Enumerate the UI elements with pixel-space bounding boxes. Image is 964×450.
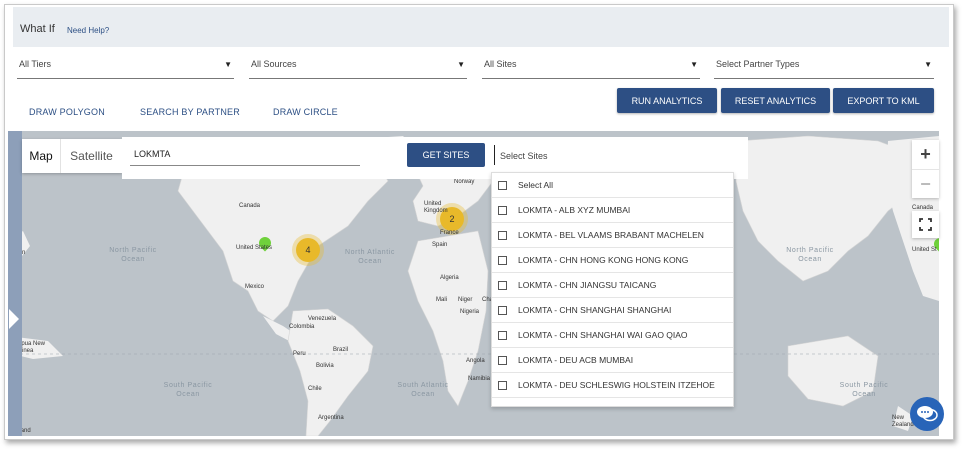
list-item-label: LOKMTA - CHN SHANGHAI SHANGHAI bbox=[518, 305, 672, 315]
chat-button[interactable] bbox=[910, 397, 944, 431]
list-item-label: LOKMTA - DEU ACB MUMBAI bbox=[518, 355, 634, 365]
chevron-down-icon: ▼ bbox=[457, 60, 465, 69]
map-label-namibia: Namibia bbox=[468, 376, 491, 382]
list-item[interactable]: LOKMTA - BEL VLAAMS BRABANT MACHELEN bbox=[492, 223, 733, 248]
reset-analytics-button[interactable]: RESET ANALYTICS bbox=[721, 88, 830, 113]
map-label-united-states-right: United St bbox=[912, 247, 937, 253]
list-item[interactable]: LOKMTA - DEU ACB MUMBAI bbox=[492, 348, 733, 373]
list-item-label: LOKMTA - CHN SHANGHAI WAI GAO QIAO bbox=[518, 330, 688, 340]
sites-dropdown-value: All Sites bbox=[484, 59, 517, 69]
partner-types-dropdown[interactable]: Select Partner Types ▼ bbox=[714, 55, 934, 79]
list-item-select-all[interactable]: Select All bbox=[492, 173, 733, 198]
map-label-norway: Norway bbox=[454, 179, 475, 185]
cluster-count: 4 bbox=[305, 245, 311, 255]
page-title: What If bbox=[20, 23, 55, 35]
chevron-down-icon: ▼ bbox=[690, 60, 698, 69]
map-label-bolivia: Bolivia bbox=[316, 363, 334, 369]
checkbox[interactable] bbox=[498, 356, 507, 365]
partner-search-input[interactable]: LOKMTA bbox=[130, 146, 360, 166]
get-sites-button[interactable]: GET SITES bbox=[407, 143, 485, 167]
expand-arrow-icon bbox=[9, 309, 19, 329]
chevron-down-icon: ▼ bbox=[224, 60, 232, 69]
list-item-label: LOKMTA - ALB XYZ MUMBAI bbox=[518, 205, 631, 215]
sources-dropdown[interactable]: All Sources ▼ bbox=[249, 55, 467, 79]
checkbox[interactable] bbox=[498, 181, 507, 190]
list-item-label: Select All bbox=[518, 180, 553, 190]
map-label-nigeria: Nigeria bbox=[460, 309, 480, 315]
fullscreen-icon bbox=[919, 218, 932, 231]
list-item[interactable]: LOKMTA - CHN SHANGHAI SHANGHAI bbox=[492, 298, 733, 323]
ocean-label-north-atlantic: North Atlantic Ocean bbox=[344, 249, 396, 265]
map-label-canada: Canada bbox=[239, 203, 261, 209]
sites-dropdown-list: Select All LOKMTA - ALB XYZ MUMBAI LOKMT… bbox=[491, 172, 734, 407]
checkbox[interactable] bbox=[498, 231, 507, 240]
run-analytics-button[interactable]: RUN ANALYTICS bbox=[617, 88, 717, 113]
search-by-partner-button[interactable]: SEARCH BY PARTNER bbox=[140, 107, 240, 117]
list-item[interactable]: LOKMTA - ALB XYZ MUMBAI bbox=[492, 198, 733, 223]
map-label-spain: Spain bbox=[432, 242, 448, 248]
ocean-label-south-atlantic: South Atlantic Ocean bbox=[397, 382, 449, 398]
map-type-satellite-button[interactable]: Satellite bbox=[60, 139, 122, 173]
checkbox[interactable] bbox=[498, 306, 507, 315]
map-label-mexico: Mexico bbox=[245, 284, 265, 290]
map-label-algeria: Algeria bbox=[440, 275, 459, 281]
export-kml-button[interactable]: EXPORT TO KML bbox=[833, 88, 934, 113]
map-label-chile: Chile bbox=[308, 386, 322, 392]
draw-polygon-button[interactable]: DRAW POLYGON bbox=[29, 107, 105, 117]
map-label-colombia: Colombia bbox=[289, 324, 315, 330]
list-item-label: LOKMTA - CHN JIANGSU TAICANG bbox=[518, 280, 657, 290]
sites-dropdown[interactable]: All Sites ▼ bbox=[482, 55, 700, 79]
tiers-dropdown-value: All Tiers bbox=[19, 59, 52, 69]
chat-icon bbox=[917, 406, 938, 422]
partner-types-dropdown-value: Select Partner Types bbox=[716, 59, 800, 69]
zoom-out-button[interactable]: − bbox=[912, 169, 939, 198]
checkbox[interactable] bbox=[498, 331, 507, 340]
select-sites-input[interactable]: Select Sites bbox=[494, 145, 734, 165]
list-item-label: LOKMTA - CHN HONG KONG HONG KONG bbox=[518, 255, 689, 265]
list-item[interactable]: LOKMTA - CHN SHANGHAI WAI GAO QIAO bbox=[492, 323, 733, 348]
ocean-label-south-pacific-right: South Pacific Ocean bbox=[839, 382, 889, 398]
map-label-peru: Peru bbox=[293, 351, 306, 357]
ocean-label-south-pacific: South Pacific Ocean bbox=[163, 382, 213, 398]
checkbox[interactable] bbox=[498, 281, 507, 290]
ocean-label-north-pacific: North Pacific Ocean bbox=[109, 247, 157, 263]
map-type-map-button[interactable]: Map bbox=[22, 139, 60, 173]
zoom-in-button[interactable]: + bbox=[912, 140, 939, 169]
map-label-uk: United Kingdom bbox=[424, 201, 448, 214]
page-header: What If Need Help? bbox=[13, 7, 949, 47]
list-item-label: LOKMTA - DEU SCHLESWIG HOLSTEIN ITZEHOE bbox=[518, 380, 715, 390]
map-type-control: Map Satellite bbox=[22, 139, 122, 173]
list-item[interactable]: LOKMTA - DEU SCHLESWIG HOLSTEIN ITZEHOE bbox=[492, 373, 733, 398]
map-label-united-states: United States bbox=[236, 245, 273, 251]
checkbox[interactable] bbox=[498, 206, 507, 215]
map-label-venezuela: Venezuela bbox=[308, 316, 337, 322]
list-item[interactable]: LOKMTA - CHN JIANGSU TAICANG bbox=[492, 273, 733, 298]
map-label-angola: Angola bbox=[466, 358, 485, 364]
map-label-argentina: Argentina bbox=[318, 415, 344, 421]
side-panel-toggle[interactable] bbox=[8, 131, 22, 436]
map-label-mali: Mali bbox=[436, 297, 448, 303]
partner-search-value: LOKMTA bbox=[134, 149, 171, 159]
map-label-france: France bbox=[440, 230, 459, 236]
draw-circle-button[interactable]: DRAW CIRCLE bbox=[273, 107, 338, 117]
zoom-control: + − bbox=[912, 140, 939, 198]
select-sites-placeholder: Select Sites bbox=[500, 151, 548, 161]
map-label-brazil: Brazil bbox=[333, 347, 349, 353]
sources-dropdown-value: All Sources bbox=[251, 59, 297, 69]
map-cluster-marker[interactable]: 4 bbox=[296, 238, 320, 262]
chevron-down-icon: ▼ bbox=[924, 60, 932, 69]
need-help-link[interactable]: Need Help? bbox=[67, 26, 109, 35]
fullscreen-button[interactable] bbox=[912, 211, 939, 238]
tiers-dropdown[interactable]: All Tiers ▼ bbox=[17, 55, 234, 79]
map-label-niger: Niger bbox=[458, 297, 473, 303]
list-item[interactable]: LOKMTA - CHN HONG KONG HONG KONG bbox=[492, 248, 733, 273]
checkbox[interactable] bbox=[498, 381, 507, 390]
cluster-count: 2 bbox=[449, 214, 455, 224]
checkbox[interactable] bbox=[498, 256, 507, 265]
list-item-label: LOKMTA - BEL VLAAMS BRABANT MACHELEN bbox=[518, 230, 704, 240]
ocean-label-north-pacific-right: North Pacific Ocean bbox=[786, 247, 834, 263]
